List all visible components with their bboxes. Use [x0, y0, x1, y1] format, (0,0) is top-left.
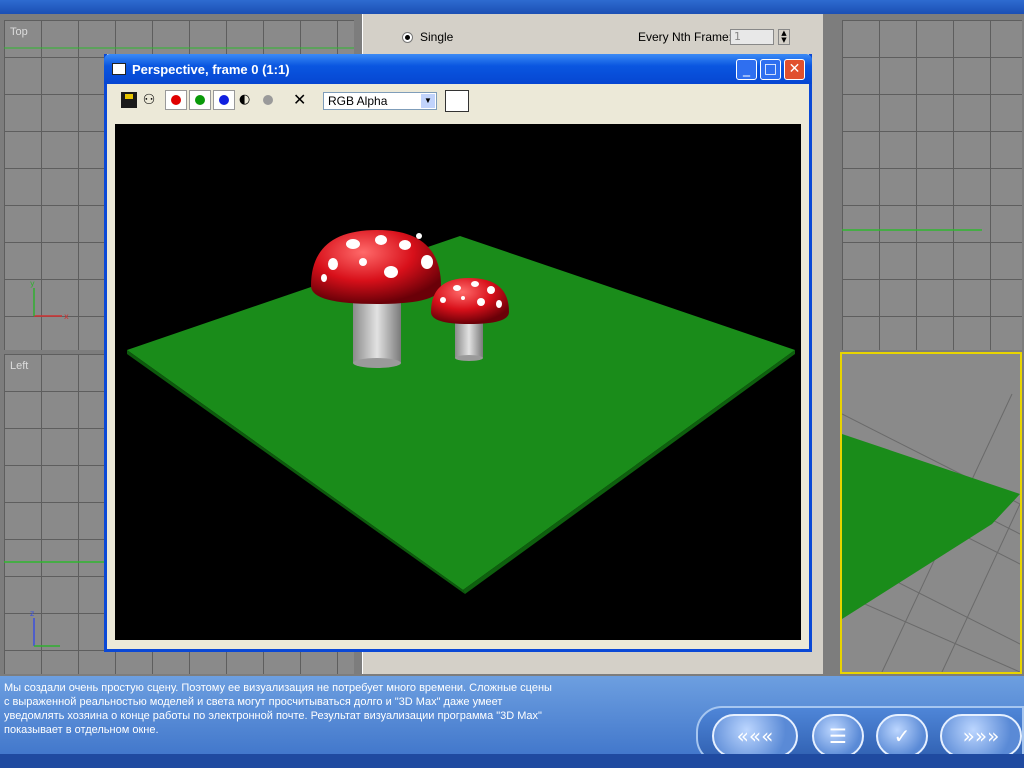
- lesson-caption-text: Мы создали очень простую сцену. Поэтому …: [4, 682, 552, 736]
- minimize-button[interactable]: _: [736, 59, 757, 80]
- green-channel-button[interactable]: [189, 90, 211, 110]
- channel-select[interactable]: RGB Alpha ▼: [323, 92, 437, 110]
- red-channel-icon: [171, 95, 181, 105]
- chevron-down-icon[interactable]: ▼: [421, 94, 435, 108]
- color-swatch[interactable]: [445, 90, 469, 112]
- render-window-title: Perspective, frame 0 (1:1): [132, 62, 290, 77]
- alpha-channel-icon[interactable]: [263, 95, 273, 105]
- previous-button[interactable]: «««: [712, 714, 798, 758]
- front-viewport-axes: [842, 229, 982, 231]
- render-canvas: [115, 124, 801, 640]
- perspective-viewport-scene: [842, 393, 1020, 672]
- viewport-front[interactable]: [842, 20, 1022, 350]
- single-radio[interactable]: [402, 32, 413, 43]
- nth-frame-spinner[interactable]: ▲ ▼: [778, 29, 790, 45]
- camera-icon: [112, 63, 126, 75]
- next-button[interactable]: »»»: [940, 714, 1022, 758]
- channel-select-value: RGB Alpha: [328, 94, 388, 108]
- svg-text:y: y: [30, 279, 35, 288]
- render-toolbar: ⚇ ◐ ✕ RGB Alpha ▼: [107, 84, 809, 114]
- svg-text:x: x: [64, 312, 69, 321]
- nth-frame-input[interactable]: 1: [730, 29, 774, 45]
- top-window-bar: [0, 0, 1024, 14]
- render-window-titlebar[interactable]: Perspective, frame 0 (1:1) _ □ ✕: [104, 54, 812, 84]
- save-icon[interactable]: [121, 92, 137, 108]
- svg-text:z: z: [30, 609, 34, 618]
- monochrome-icon[interactable]: ◐: [239, 92, 255, 108]
- close-button[interactable]: ✕: [784, 59, 805, 80]
- maximize-button[interactable]: □: [760, 59, 781, 80]
- green-channel-icon: [195, 95, 205, 105]
- rendered-scene: [127, 230, 795, 594]
- red-channel-button[interactable]: [165, 90, 187, 110]
- clear-icon[interactable]: ✕: [293, 92, 309, 108]
- blue-channel-icon: [219, 95, 229, 105]
- check-button[interactable]: ✓: [876, 714, 928, 758]
- single-radio-label[interactable]: Single: [420, 30, 453, 44]
- blue-channel-button[interactable]: [213, 90, 235, 110]
- nth-frame-label: Every Nth Frame:: [638, 30, 733, 44]
- render-frame-window: Perspective, frame 0 (1:1) _ □ ✕ ⚇ ◐ ✕ R…: [104, 54, 812, 652]
- menu-button[interactable]: ☰: [812, 714, 864, 758]
- clone-icon[interactable]: ⚇: [141, 92, 157, 108]
- viewport-perspective[interactable]: [840, 352, 1022, 674]
- bottom-strip: [0, 754, 1024, 768]
